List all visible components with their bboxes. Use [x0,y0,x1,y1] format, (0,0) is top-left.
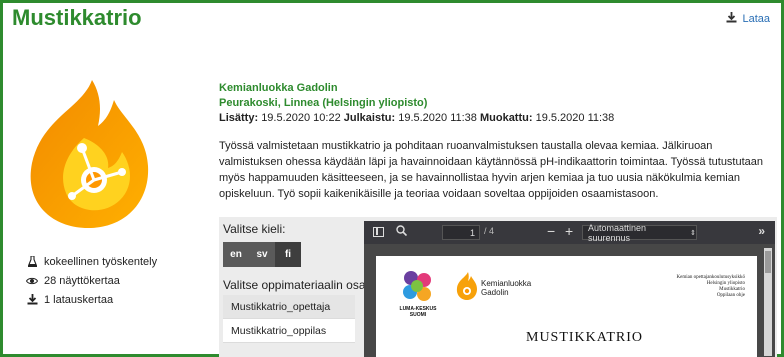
part-item-opettaja[interactable]: Mustikkatrio_opettaja [223,295,355,319]
added-value: 19.5.2020 10:22 [261,112,341,124]
part-list: Mustikkatrio_opettaja Mustikkatrio_oppil… [223,295,355,343]
stat-type-text: kokeellinen työskentely [44,255,158,268]
stat-views-text: 28 näyttökertaa [44,274,120,287]
zoom-out-button[interactable]: − [547,223,555,239]
resource-stats: kokeellinen työskentely 28 näyttökertaa … [26,252,157,309]
author-name[interactable]: Peurakoski, Linnea (Helsingin yliopisto) [219,96,614,111]
download-icon [726,12,737,26]
zoom-in-button[interactable]: + [565,223,573,239]
language-button-fi[interactable]: fi [275,242,301,267]
pdf-header-right: Kemian opettajankoulutusyksikkö Helsingi… [676,275,745,298]
part-label: Valitse oppimateriaalin osa: [223,278,369,292]
kemianluokka-small-text: Kemianluokka Gadolin [481,279,532,297]
sidebar-toggle-icon[interactable] [373,227,384,237]
page-title: Mustikkatrio [12,5,142,30]
kemianluokka-small-logo [456,272,477,300]
download-label: Lataa [742,13,770,25]
page-number-input[interactable]: 1 [442,225,480,240]
search-icon[interactable] [396,225,408,239]
published-value: 19.5.2020 11:38 [398,112,477,124]
pdf-viewer: 1 / 4 − + Automaattinen suurennus ⇕ » LU… [364,221,775,357]
eye-icon [26,277,38,285]
added-label: Lisätty: [219,112,259,124]
stat-downloads: 1 latauskertaa [26,290,157,309]
resource-meta: Kemianluokka Gadolin Peurakoski, Linnea … [219,81,614,126]
language-button-en[interactable]: en [223,242,249,267]
published-label: Julkaistu: [343,112,396,124]
page-total: / 4 [484,226,495,236]
material-panel: Valitse kieli: en sv fi Valitse oppimate… [219,217,777,357]
stat-downloads-text: 1 latauskertaa [44,293,114,306]
language-button-sv[interactable]: sv [249,242,275,267]
language-label: Valitse kieli: [223,222,286,236]
chevron-updown-icon: ⇕ [690,229,696,237]
pdf-scrollbar-thumb[interactable] [765,251,771,273]
pdf-scrollbar[interactable] [764,248,772,356]
pdf-toolbar: 1 / 4 − + Automaattinen suurennus ⇕ » [364,221,775,244]
zoom-select-value: Automaattinen suurennus [588,222,647,243]
luma-logo [403,271,431,301]
stat-type: kokeellinen työskentely [26,252,157,271]
modified-label: Muokattu: [479,112,533,124]
part-item-oppilas[interactable]: Mustikkatrio_oppilas [223,319,355,343]
language-selector: en sv fi [223,242,301,267]
luma-logo-text: LUMA-KESKUS SUOMI [399,306,437,318]
organization-link[interactable]: Kemianluokka Gadolin [219,81,614,96]
kemianluokka-gadolin-logo [30,80,149,228]
date-info: Lisätty: 19.5.2020 10:22 Julkaistu: 19.5… [219,111,614,126]
download-link[interactable]: Lataa [726,12,770,26]
download-icon [26,294,38,305]
more-tools-button[interactable]: » [758,224,765,238]
pdf-document-title: MUSTIKKATRIO [526,330,643,345]
stat-views: 28 näyttökertaa [26,271,157,290]
resource-description: Työssä valmistetaan mustikkatrio ja pohd… [219,140,764,200]
modified-value: 19.5.2020 11:38 [535,112,615,124]
pdf-page: LUMA-KESKUS SUOMI Kemianluokka Gadolin K… [376,256,757,357]
zoom-select[interactable]: Automaattinen suurennus ⇕ [582,222,697,243]
flask-icon [26,256,38,267]
